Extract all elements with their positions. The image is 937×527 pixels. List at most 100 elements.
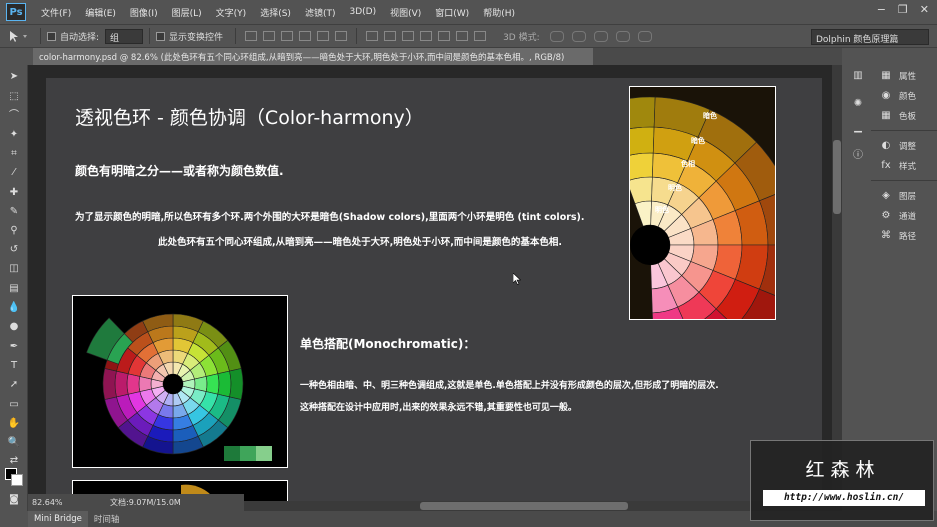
vertical-scrollbar[interactable]: [832, 65, 842, 501]
brush-settings-icon[interactable]: ✺: [852, 98, 864, 110]
document-canvas[interactable]: 透视色环 - 颜色协调（Color-harmony） 颜色有明暗之分——或者称为…: [46, 78, 822, 511]
align-bottom-icon[interactable]: [281, 31, 294, 41]
dodge-tool-icon[interactable]: ●: [7, 321, 21, 333]
horizontal-scrollbar-thumb[interactable]: [420, 502, 628, 510]
hand-tool-icon[interactable]: ✋: [7, 418, 21, 430]
magic-wand-tool-icon[interactable]: ✦: [7, 129, 21, 141]
tab-mini-bridge[interactable]: Mini Bridge: [28, 511, 88, 527]
pen-tool-icon[interactable]: ✒: [7, 341, 21, 353]
distribute-bottom-icon[interactable]: [402, 31, 415, 41]
panel-separator: [871, 180, 937, 181]
zoom-level-field[interactable]: 82.64%: [32, 498, 72, 507]
distribute-top-icon[interactable]: [366, 31, 379, 41]
monochrome-swatches: [224, 446, 272, 461]
separator: [235, 28, 237, 44]
restore-button[interactable]: ❐: [898, 3, 908, 16]
panel-paths[interactable]: ⌘ 路径: [879, 230, 916, 242]
distribute-right-icon[interactable]: [456, 31, 469, 41]
workspace-dropdown[interactable]: Dolphin 颜色原理篇: [811, 29, 929, 45]
blur-tool-icon[interactable]: 💧: [7, 302, 21, 314]
tint-shade-wheel-image: 暗色 暗色 色相 明色 明色: [629, 86, 776, 320]
crop-tool-icon[interactable]: ⌗: [7, 148, 21, 160]
zoom-tool-icon[interactable]: 🔍: [7, 437, 21, 449]
distribute-left-icon[interactable]: [420, 31, 433, 41]
canvas-area[interactable]: 透视色环 - 颜色协调（Color-harmony） 颜色有明暗之分——或者称为…: [28, 65, 842, 511]
properties-icon: ▦: [881, 70, 891, 81]
menu-image[interactable]: 图像(I): [123, 6, 165, 19]
type-tool-icon[interactable]: T: [7, 360, 21, 372]
panel-channels[interactable]: ⚙ 通道: [879, 210, 917, 222]
paragraph-1: 为了显示颜色的明暗,所以色环有多个环.两个外围的大环是暗色(Shadow col…: [75, 212, 585, 223]
histogram-icon[interactable]: ▁: [852, 122, 864, 134]
channels-icon: ⚙: [881, 210, 891, 221]
clone-stamp-tool-icon[interactable]: ⚲: [7, 225, 21, 237]
menu-edit[interactable]: 编辑(E): [78, 6, 123, 19]
menu-layer[interactable]: 图层(L): [165, 6, 209, 19]
quick-mask-icon[interactable]: ◙: [7, 494, 21, 506]
align-vcenter-icon[interactable]: [263, 31, 276, 41]
menu-window[interactable]: 窗口(W): [428, 6, 476, 19]
shape-tool-icon[interactable]: ▭: [7, 399, 21, 411]
eyedropper-tool-icon[interactable]: ⁄: [7, 167, 21, 179]
tools-panel: ➤ ⬚ ⌒ ✦ ⌗ ⁄ ✚ ✎ ⚲ ↺ ◫ ▤ 💧 ● ✒ T ➚ ▭ ✋ 🔍 …: [0, 65, 28, 511]
panel-styles[interactable]: fx 样式: [879, 160, 916, 172]
color-wheel-graphic: [86, 313, 244, 455]
align-left-icon[interactable]: [299, 31, 312, 41]
gradient-tool-icon[interactable]: ▤: [7, 283, 21, 295]
tab-timeline[interactable]: 时间轴: [88, 513, 126, 525]
document-tab[interactable]: color-harmony.psd @ 82.6% (此处色环有五个同心环组成,…: [33, 48, 593, 65]
align-top-icon[interactable]: [245, 31, 258, 41]
path-selection-tool-icon[interactable]: ➚: [7, 379, 21, 391]
menu-filter[interactable]: 滤镜(T): [298, 6, 343, 19]
move-tool-preset-icon[interactable]: [6, 29, 34, 43]
auto-select-dropdown[interactable]: 组: [105, 28, 144, 44]
panel-properties[interactable]: ▦ 属性: [879, 70, 916, 82]
close-button[interactable]: ✕: [920, 3, 929, 16]
rotate-3d-icon[interactable]: [549, 30, 564, 42]
menu-view[interactable]: 视图(V): [383, 6, 428, 19]
show-transform-checkbox[interactable]: [156, 31, 166, 41]
healing-brush-tool-icon[interactable]: ✚: [7, 187, 21, 199]
history-brush-tool-icon[interactable]: ↺: [7, 244, 21, 256]
separator: [149, 28, 151, 44]
info-icon[interactable]: ⓘ: [852, 150, 864, 162]
swatch-light: [256, 446, 272, 461]
brush-tool-icon[interactable]: ✎: [7, 206, 21, 218]
menu-type[interactable]: 文字(Y): [209, 6, 254, 19]
swap-colors-icon[interactable]: ⇄: [7, 455, 21, 467]
wheel-segment: [205, 373, 220, 395]
vertical-scrollbar-thumb[interactable]: [833, 140, 841, 214]
watermark-url: http://www.hoslin.cn/: [763, 490, 925, 506]
distribute-vcenter-icon[interactable]: [384, 31, 397, 41]
menu-help[interactable]: 帮助(H): [476, 6, 522, 19]
menu-select[interactable]: 选择(S): [253, 6, 298, 19]
minimize-button[interactable]: −: [877, 3, 886, 16]
paths-icon: ⌘: [881, 230, 891, 241]
marquee-tool-icon[interactable]: ⬚: [7, 91, 21, 103]
align-hcenter-icon[interactable]: [317, 31, 330, 41]
document-size-info[interactable]: 文档:9.07M/15.0M: [110, 497, 181, 508]
auto-select-checkbox[interactable]: [47, 31, 56, 41]
eraser-tool-icon[interactable]: ◫: [7, 263, 21, 275]
menu-file[interactable]: 文件(F): [34, 6, 78, 19]
mode-3d-label: 3D 模式:: [503, 32, 540, 43]
color-wheel-image: [72, 295, 288, 468]
panel-adjustments[interactable]: ◐ 调整: [879, 140, 916, 152]
panel-layers[interactable]: ◈ 图层: [879, 190, 916, 202]
roll-3d-icon[interactable]: [571, 30, 586, 42]
slide-3d-icon[interactable]: [615, 30, 630, 42]
scale-3d-icon[interactable]: [637, 30, 652, 42]
move-tool-icon[interactable]: ➤: [7, 71, 21, 83]
auto-align-icon[interactable]: [474, 31, 487, 41]
align-right-icon[interactable]: [335, 31, 348, 41]
panel-swatches[interactable]: ▦ 色板: [879, 110, 916, 122]
drag-3d-icon[interactable]: [593, 30, 608, 42]
lasso-tool-icon[interactable]: ⌒: [7, 110, 21, 122]
panel-color[interactable]: ◉ 颜色: [879, 90, 916, 102]
distribute-hcenter-icon[interactable]: [438, 31, 451, 41]
background-color-swatch[interactable]: [11, 474, 23, 486]
history-panel-icon[interactable]: ▥: [852, 70, 864, 82]
menu-3d[interactable]: 3D(D): [342, 7, 383, 17]
separator: [356, 28, 358, 44]
layers-icon: ◈: [882, 190, 890, 201]
